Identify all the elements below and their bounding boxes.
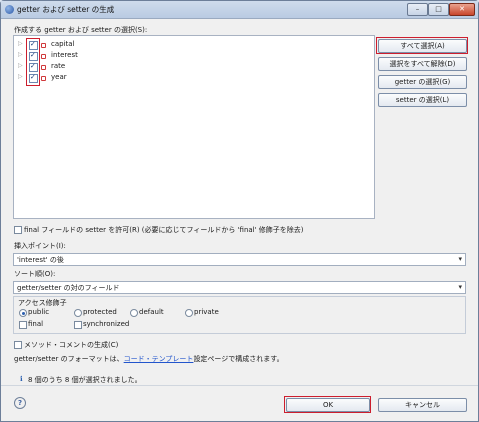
select-getters-button[interactable]: getter の選択(G) bbox=[378, 75, 467, 89]
dialog-window: getter および setter の生成 – □ ✕ 作成する getter … bbox=[0, 0, 479, 422]
maximize-button[interactable]: □ bbox=[428, 3, 449, 16]
sort-order-value: getter/setter の対のフィールド bbox=[17, 284, 120, 292]
app-icon bbox=[5, 5, 14, 14]
radio-public[interactable] bbox=[19, 309, 27, 317]
synchronized-label: synchronized bbox=[83, 320, 130, 328]
final-checkbox[interactable] bbox=[19, 321, 27, 329]
final-label: final bbox=[28, 320, 44, 328]
radio-private-label: private bbox=[194, 308, 219, 316]
radio-default-label: default bbox=[139, 308, 164, 316]
field-name: year bbox=[51, 73, 67, 81]
minimize-button[interactable]: – bbox=[407, 3, 428, 16]
maximize-icon: □ bbox=[435, 5, 442, 13]
field-icon bbox=[41, 54, 46, 59]
field-icon bbox=[41, 43, 46, 48]
code-template-link[interactable]: コード・テンプレート bbox=[124, 355, 194, 363]
expand-icon[interactable]: ▷ bbox=[18, 40, 23, 47]
deselect-all-button[interactable]: 選択をすべて解除(D) bbox=[378, 57, 467, 71]
format-note-suffix: 設定ページで構成されます。 bbox=[193, 355, 284, 363]
synchronized-checkbox[interactable] bbox=[74, 321, 82, 329]
close-button[interactable]: ✕ bbox=[449, 3, 475, 16]
insertion-point-value: 'interest' の後 bbox=[17, 256, 64, 264]
tree-label: 作成する getter および setter の選択(S): bbox=[14, 26, 148, 34]
help-icon[interactable]: ? bbox=[14, 397, 26, 409]
field-name: capital bbox=[51, 40, 75, 48]
insertion-point-label: 挿入ポイント(I): bbox=[14, 242, 66, 250]
minimize-icon: – bbox=[415, 5, 420, 13]
access-modifier-label: アクセス修飾子 bbox=[18, 299, 67, 307]
allow-final-setter-label: final フィールドの setter を許可(R) (必要に応じてフィールドか… bbox=[24, 226, 304, 234]
chevron-down-icon[interactable]: ▾ bbox=[458, 254, 462, 265]
radio-default[interactable] bbox=[130, 309, 138, 317]
sort-order-combo[interactable]: getter/setter の対のフィールド ▾ bbox=[13, 281, 466, 294]
select-all-highlight bbox=[376, 37, 468, 54]
info-icon: ℹ bbox=[20, 375, 23, 383]
cancel-button[interactable]: キャンセル bbox=[378, 398, 467, 412]
sort-order-label: ソート順(O): bbox=[14, 270, 56, 278]
field-name: rate bbox=[51, 62, 66, 70]
expand-icon[interactable]: ▷ bbox=[18, 62, 23, 69]
chevron-down-icon[interactable]: ▾ bbox=[458, 282, 462, 293]
dialog-content: 作成する getter および setter の選択(S): ▷ capital… bbox=[1, 19, 478, 421]
footer-divider bbox=[1, 385, 478, 386]
radio-protected-label: protected bbox=[83, 308, 117, 316]
select-setters-button[interactable]: setter の選択(L) bbox=[378, 93, 467, 107]
window-title: getter および setter の生成 bbox=[17, 5, 115, 14]
generate-comments-label: メソッド・コメントの生成(C) bbox=[24, 341, 119, 349]
close-icon: ✕ bbox=[459, 5, 465, 13]
title-bar: getter および setter の生成 – □ ✕ bbox=[1, 1, 478, 19]
generate-comments-checkbox[interactable] bbox=[14, 341, 22, 349]
field-tree[interactable]: ▷ capital ▷ interest ▷ rate ▷ bbox=[13, 35, 375, 219]
radio-private[interactable] bbox=[185, 309, 193, 317]
insertion-point-combo[interactable]: 'interest' の後 ▾ bbox=[13, 253, 466, 266]
expand-icon[interactable]: ▷ bbox=[18, 51, 23, 58]
ok-highlight bbox=[284, 396, 371, 413]
allow-final-setter-checkbox[interactable] bbox=[14, 226, 22, 234]
field-icon bbox=[41, 76, 46, 81]
status-message: 8 個のうち 8 個が選択されました。 bbox=[28, 376, 142, 384]
field-icon bbox=[41, 65, 46, 70]
format-note: getter/setter のフォーマットは、コード・テンプレート設定ページで構… bbox=[14, 354, 284, 364]
checkbox-highlight bbox=[26, 38, 40, 86]
expand-icon[interactable]: ▷ bbox=[18, 73, 23, 80]
format-note-prefix: getter/setter のフォーマットは、 bbox=[14, 355, 124, 363]
field-name: interest bbox=[51, 51, 78, 59]
radio-protected[interactable] bbox=[74, 309, 82, 317]
radio-public-label: public bbox=[28, 308, 50, 316]
access-modifier-group: アクセス修飾子 public protected default private… bbox=[13, 296, 466, 334]
